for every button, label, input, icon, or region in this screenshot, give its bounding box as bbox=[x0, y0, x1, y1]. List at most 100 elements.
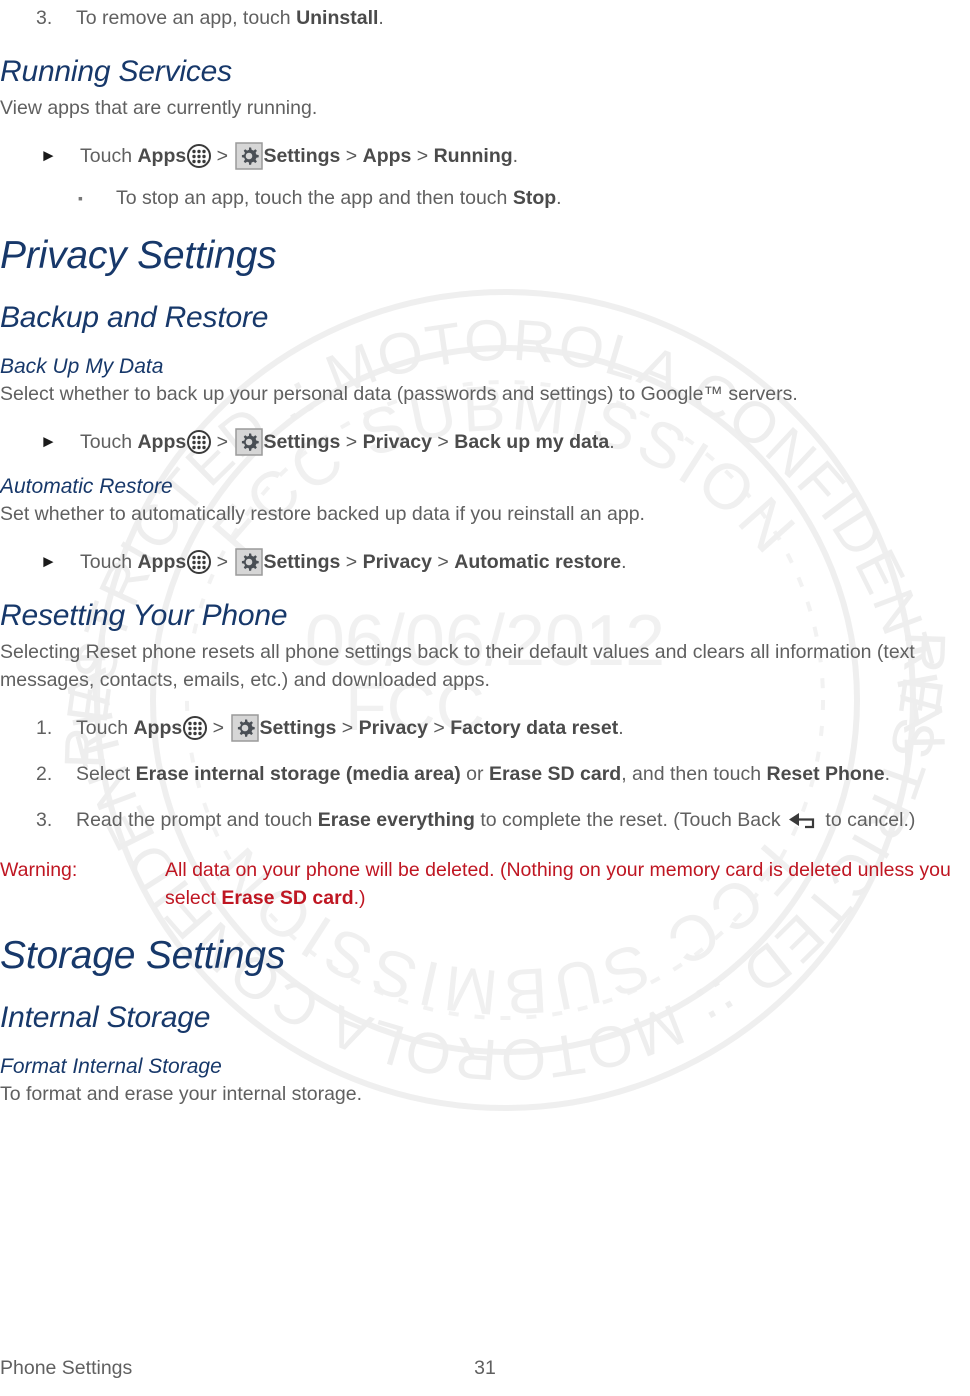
text-run: To remove an app, touch bbox=[76, 7, 297, 29]
heading-resetting-your-phone: Resetting Your Phone bbox=[0, 599, 288, 632]
arrow-bullet-icon: ► bbox=[40, 146, 57, 165]
warning-block: Warning: All data on your phone will be … bbox=[0, 856, 968, 912]
page-content: 3. To remove an app, touch Uninstall. Ru… bbox=[0, 4, 970, 1108]
list-item: 3. Read the prompt and touch Erase every… bbox=[0, 806, 968, 834]
separator-chevron: > bbox=[340, 145, 363, 167]
bold-run: Apps bbox=[137, 431, 187, 453]
separator-chevron: > bbox=[411, 145, 434, 167]
text-run: . bbox=[884, 763, 891, 785]
bold-run: Apps bbox=[133, 717, 183, 739]
bold-run: Reset Phone bbox=[766, 763, 885, 785]
list-item-text: To stop an app, touch the app and then t… bbox=[116, 184, 968, 212]
list-item: ► Touch Apps > Settings > Privacy > Back… bbox=[0, 428, 968, 456]
footer-section-title: Phone Settings bbox=[0, 1357, 133, 1379]
bold-run: Privacy bbox=[362, 431, 433, 453]
paragraph-automatic-restore: Set whether to automatically restore bac… bbox=[0, 503, 645, 525]
text-run: . bbox=[621, 551, 627, 573]
gear-icon bbox=[235, 142, 264, 170]
list-item-text: Touch Apps > Settings > Apps > Running. bbox=[80, 142, 968, 170]
list-item: ▪ To stop an app, touch the app and then… bbox=[0, 184, 968, 212]
separator-chevron: > bbox=[211, 551, 234, 573]
bold-run: Erase internal storage (media area) bbox=[135, 763, 461, 785]
bold-run: Stop bbox=[512, 187, 557, 209]
text-run: to complete the reset. (Touch Back bbox=[474, 809, 786, 831]
list-item-text: Touch Apps > Settings > Privacy > Automa… bbox=[80, 548, 968, 576]
separator-chevron: > bbox=[207, 717, 230, 739]
bold-run: Settings bbox=[263, 145, 341, 167]
bold-run: Running bbox=[433, 145, 513, 167]
list-item-text: Touch Apps > Settings > Privacy > Factor… bbox=[76, 714, 968, 742]
paragraph-running-services: View apps that are currently running. bbox=[0, 97, 318, 119]
text-run: Touch bbox=[80, 431, 138, 453]
separator-chevron: > bbox=[336, 717, 359, 739]
back-arrow-icon bbox=[788, 811, 818, 829]
apps-grid-icon bbox=[186, 143, 212, 168]
text-run: Read the prompt and touch bbox=[76, 809, 318, 831]
warning-text: All data on your phone will be deleted. … bbox=[165, 856, 968, 912]
heading-back-up-my-data: Back Up My Data bbox=[0, 355, 164, 378]
separator-chevron: > bbox=[340, 431, 363, 453]
heading-privacy-settings: Privacy Settings bbox=[0, 234, 277, 277]
bold-run: Apps bbox=[137, 145, 187, 167]
heading-format-internal-storage: Format Internal Storage bbox=[0, 1055, 222, 1078]
page-footer: Phone Settings 31 bbox=[0, 1357, 970, 1380]
gear-icon bbox=[235, 428, 264, 456]
gear-icon bbox=[231, 714, 260, 742]
separator-chevron: > bbox=[211, 431, 234, 453]
heading-backup-and-restore: Backup and Restore bbox=[0, 301, 269, 334]
list-item: 3. To remove an app, touch Uninstall. bbox=[0, 4, 968, 32]
text-run: Touch bbox=[76, 717, 134, 739]
list-marker: 1. bbox=[36, 717, 53, 739]
apps-grid-icon bbox=[182, 715, 208, 740]
text-run: . bbox=[618, 717, 624, 739]
bold-run: Apps bbox=[137, 551, 187, 573]
bold-run: Automatic restore bbox=[454, 551, 622, 573]
list-item-text: Select Erase internal storage (media are… bbox=[76, 760, 968, 788]
text-run: . bbox=[609, 431, 615, 453]
list-item: 1. Touch Apps > Settings > Privacy > Fac… bbox=[0, 714, 968, 742]
list-item-text: Read the prompt and touch Erase everythi… bbox=[76, 806, 968, 834]
text-run: Touch bbox=[80, 551, 138, 573]
bold-run: Settings bbox=[263, 431, 341, 453]
paragraph-resetting-your-phone: Selecting Reset phone resets all phone s… bbox=[0, 641, 915, 691]
list-item-text: Touch Apps > Settings > Privacy > Back u… bbox=[80, 428, 968, 456]
bold-run: Settings bbox=[259, 717, 337, 739]
gear-icon bbox=[235, 548, 264, 576]
text-run: . bbox=[512, 145, 519, 167]
bold-run: Factory data reset bbox=[450, 717, 619, 739]
paragraph-format-internal-storage: To format and erase your internal storag… bbox=[0, 1083, 363, 1105]
text-run: . bbox=[556, 187, 562, 209]
bold-run: Erase everything bbox=[317, 809, 475, 831]
text-run: , and then touch bbox=[621, 763, 767, 785]
list-item: 2. Select Erase internal storage (media … bbox=[0, 760, 968, 788]
paragraph-back-up-my-data: Select whether to back up your personal … bbox=[0, 383, 798, 405]
square-bullet-icon: ▪ bbox=[78, 190, 83, 206]
separator-chevron: > bbox=[211, 145, 234, 167]
text-run: Touch bbox=[80, 145, 138, 167]
text-run: Select bbox=[76, 763, 136, 785]
list-marker: 3. bbox=[36, 7, 53, 29]
text-run: or bbox=[460, 763, 489, 785]
bold-run: Privacy bbox=[358, 717, 429, 739]
list-marker: 3. bbox=[36, 809, 53, 831]
document-page: RESTRICTED :: MOTOROLA CONFIDENTIAL REST… bbox=[0, 0, 970, 1396]
heading-running-services: Running Services bbox=[0, 55, 232, 88]
separator-chevron: > bbox=[432, 431, 455, 453]
bold-run: Apps bbox=[362, 145, 412, 167]
arrow-bullet-icon: ► bbox=[40, 552, 57, 571]
bold-run: Uninstall bbox=[296, 7, 379, 29]
warning-label: Warning: bbox=[0, 859, 78, 881]
separator-chevron: > bbox=[340, 551, 363, 573]
bold-run: Erase SD card bbox=[488, 763, 622, 785]
bold-run: Privacy bbox=[362, 551, 433, 573]
bold-run: Erase SD card bbox=[221, 887, 354, 909]
heading-internal-storage: Internal Storage bbox=[0, 1001, 211, 1034]
text-run: To stop an app, touch the app and then t… bbox=[116, 187, 513, 209]
bold-run: Settings bbox=[263, 551, 341, 573]
apps-grid-icon bbox=[186, 429, 212, 454]
heading-storage-settings: Storage Settings bbox=[0, 934, 286, 977]
list-item: ► Touch Apps > Settings > Privacy > Auto… bbox=[0, 548, 968, 576]
text-run: to cancel.) bbox=[820, 809, 916, 831]
list-marker: 2. bbox=[36, 763, 53, 785]
text-run: .) bbox=[353, 887, 366, 909]
